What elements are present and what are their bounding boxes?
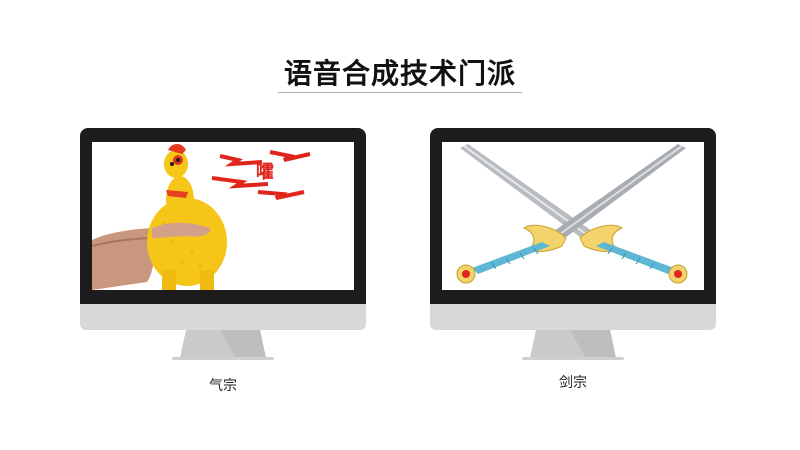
monitor-right — [430, 128, 716, 364]
monitor-chin — [430, 304, 716, 330]
monitor-screen — [442, 142, 704, 290]
monitor-bezel: 嚯 — [80, 128, 366, 304]
rubber-chicken-image: 嚯 — [92, 144, 311, 290]
monitor-stand — [530, 330, 616, 358]
shout-text: 嚯 — [256, 162, 274, 183]
page-title: 语音合成技术门派 — [283, 57, 516, 90]
monitor-stand — [180, 330, 266, 358]
monitor-left: 嚯 — [80, 128, 366, 364]
monitor-base — [522, 357, 624, 360]
crossed-swords-image — [456, 144, 688, 284]
monitor-bezel — [430, 128, 716, 304]
monitor-chin — [80, 304, 366, 330]
title-underline — [278, 92, 522, 93]
monitor-base — [172, 357, 274, 360]
monitor-screen: 嚯 — [92, 142, 354, 290]
caption-sword-sect: 剑宗 — [559, 375, 587, 391]
caption-qi-sect: 气宗 — [209, 378, 237, 394]
